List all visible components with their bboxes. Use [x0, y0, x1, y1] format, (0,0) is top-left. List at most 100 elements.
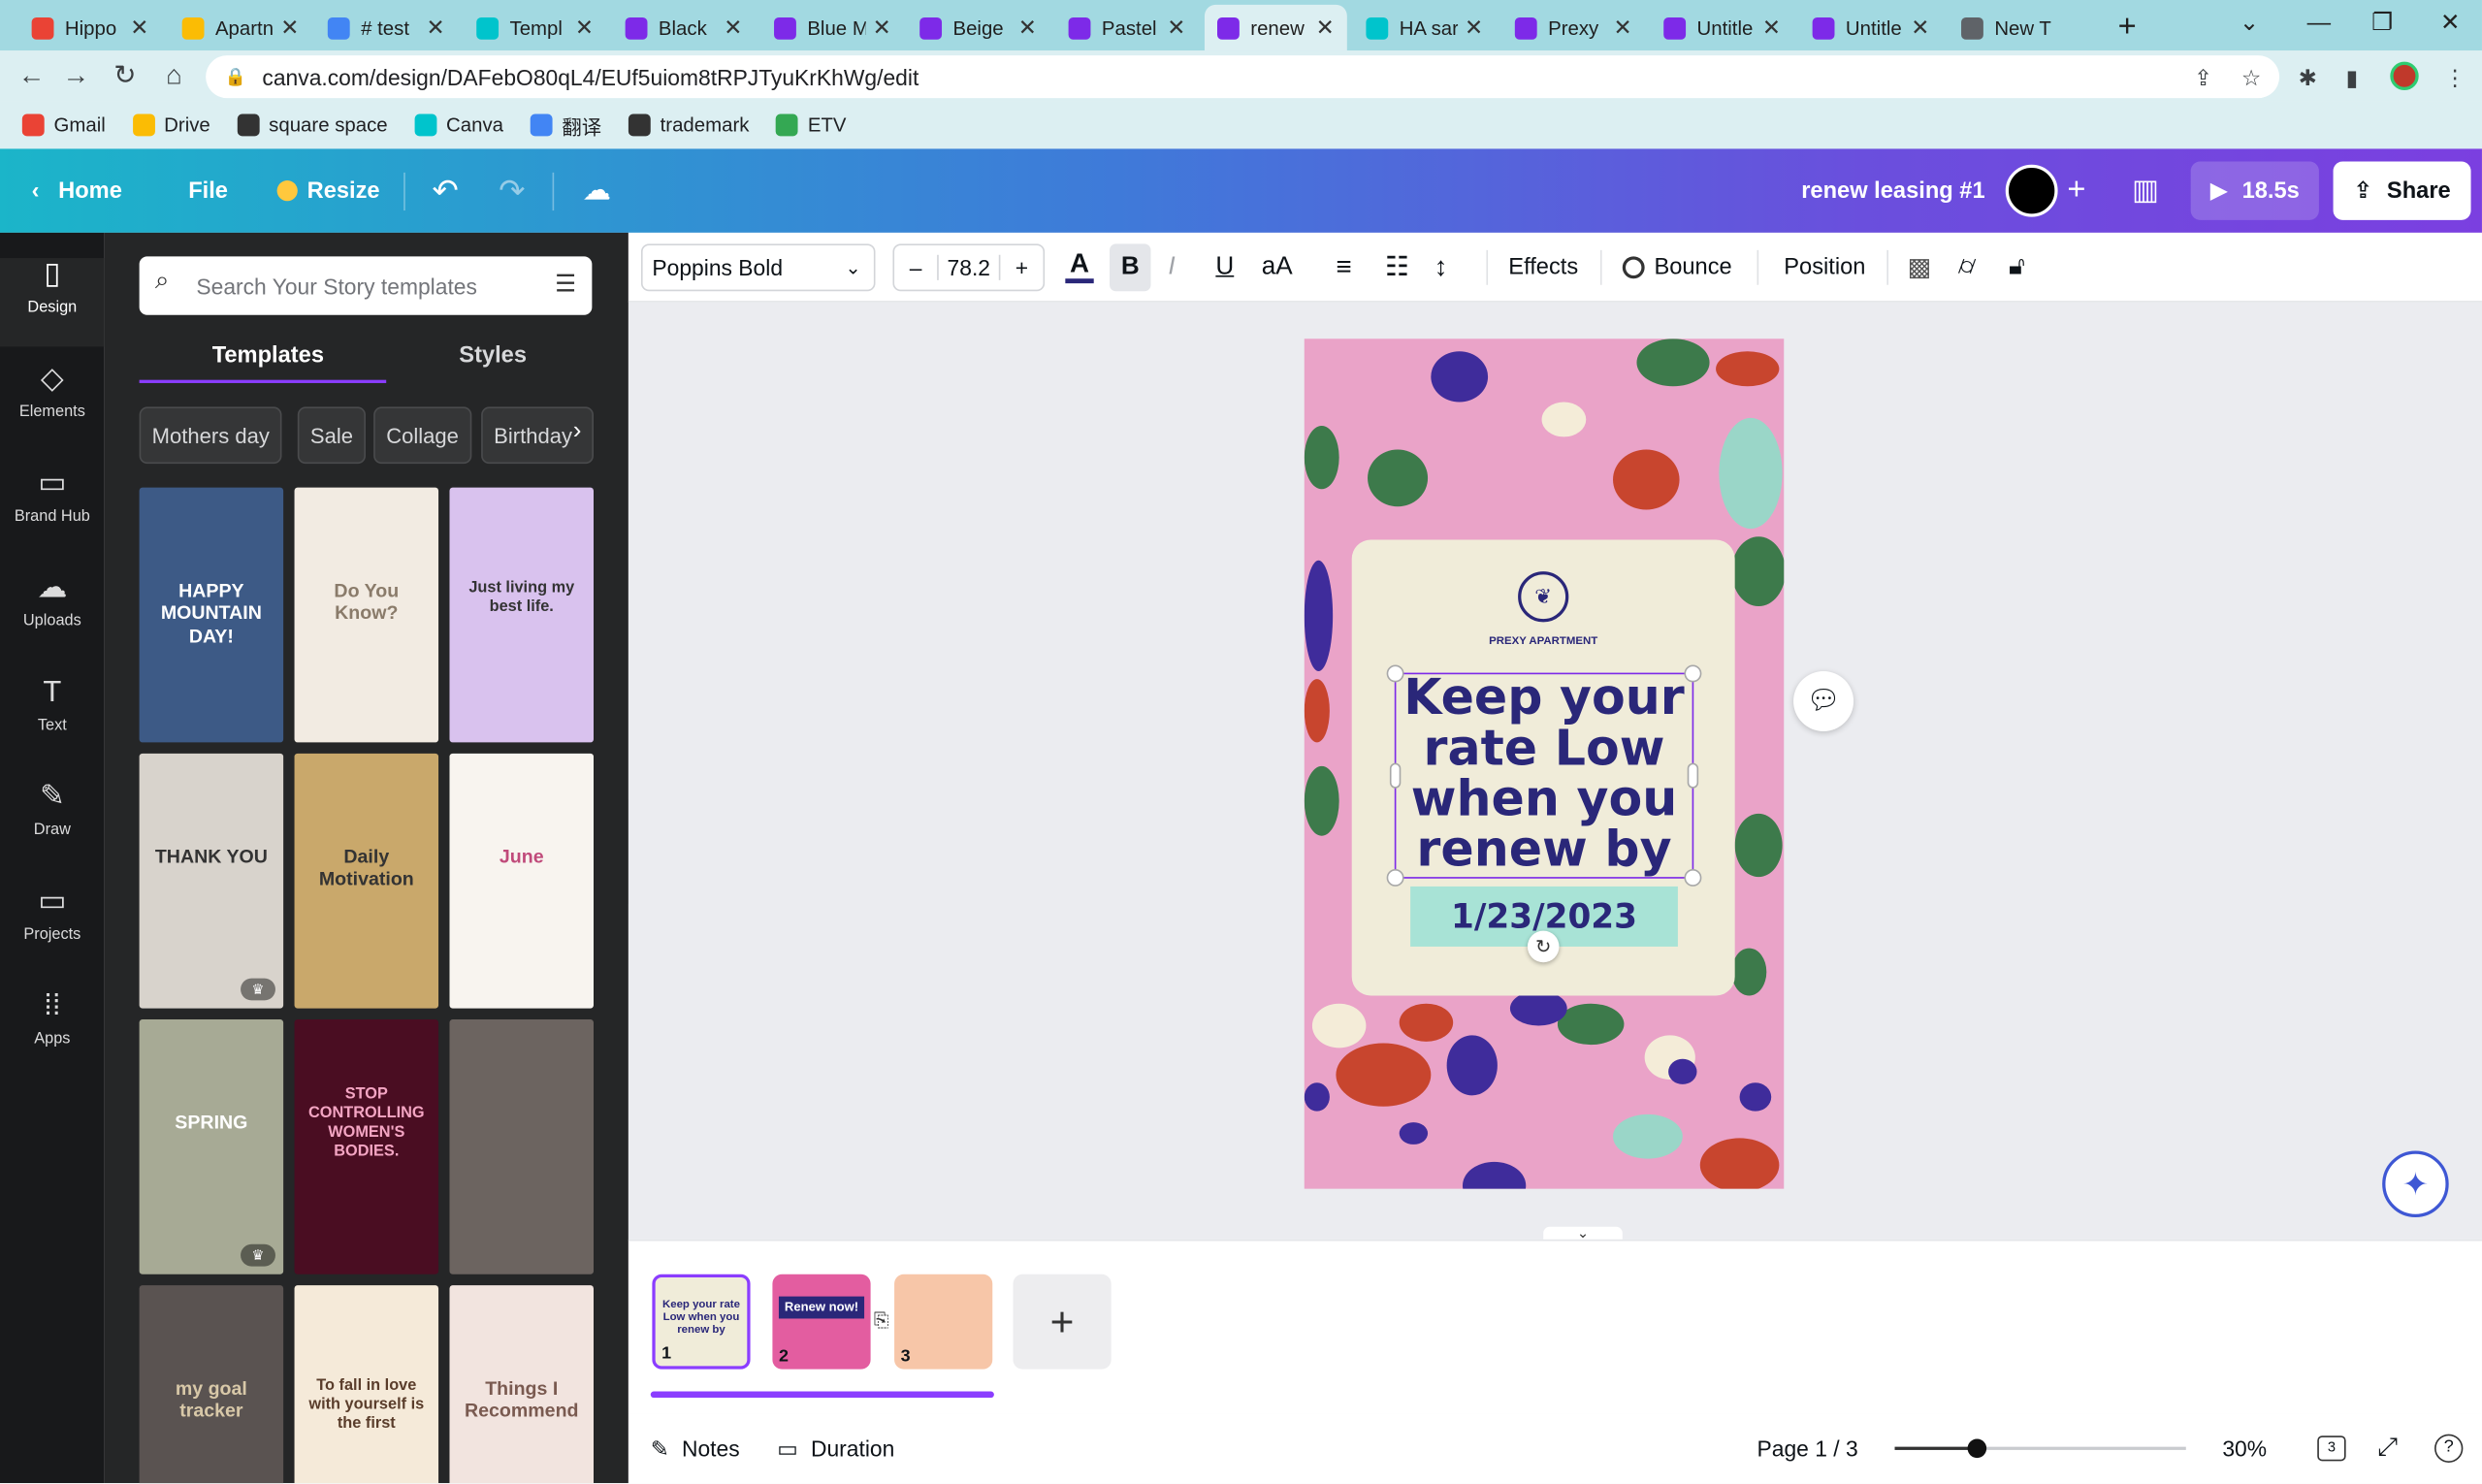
close-tab-icon[interactable]: ✕ — [280, 15, 299, 42]
redo-icon[interactable]: ↷ — [499, 148, 525, 232]
share-page-icon[interactable]: ⇪ — [2194, 65, 2212, 92]
help-icon[interactable]: ? — [2434, 1413, 2464, 1483]
browser-tab[interactable]: Pastel ✕ — [1056, 5, 1199, 50]
minimize-icon[interactable]: — — [2287, 5, 2350, 43]
underline-button[interactable]: U — [1215, 243, 1234, 291]
undo-icon[interactable]: ↶ — [433, 148, 459, 232]
present-button[interactable]: ▶ 18.5s — [2190, 161, 2319, 220]
chip-collage[interactable]: Collage — [373, 406, 471, 465]
tab-search-icon[interactable]: ⌄ — [2217, 5, 2280, 43]
close-tab-icon[interactable]: ✕ — [130, 15, 148, 42]
rail-item-brand-hub[interactable]: ▭ Brand Hub — [0, 467, 105, 525]
insights-chart-icon[interactable]: ▥ — [2132, 148, 2159, 232]
transparency-icon[interactable]: ▩ — [1908, 243, 1932, 291]
letter-case-button[interactable]: aA — [1262, 243, 1293, 291]
spacing-icon[interactable]: ↕ — [1434, 243, 1448, 291]
template-fall-in-love[interactable]: To fall in love with yourself is the fir… — [294, 1285, 439, 1484]
close-tab-icon[interactable]: ✕ — [1465, 15, 1483, 42]
rail-item-elements[interactable]: ◇ Elements — [0, 363, 105, 421]
rail-item-apps[interactable]: ⁞⁞ Apps — [0, 989, 105, 1048]
profile-avatar[interactable] — [2390, 61, 2419, 91]
tab-styles[interactable]: Styles — [459, 343, 527, 369]
new-tab-icon[interactable]: + — [2106, 5, 2149, 50]
template-my-goal-tracker[interactable]: my goal tracker — [139, 1285, 284, 1484]
rail-item-text[interactable]: T Text — [0, 676, 105, 734]
font-size-value[interactable]: 78.2 — [939, 255, 999, 280]
font-family-select[interactable]: Poppins Bold ⌄ — [640, 243, 876, 292]
close-tab-icon[interactable]: ✕ — [1762, 15, 1781, 42]
chrome-menu-icon[interactable]: ⋮ — [2444, 65, 2466, 92]
reload-icon[interactable]: ↻ — [106, 58, 144, 93]
template-thank-you-my-friends[interactable]: THANK YOU ♛ — [139, 753, 284, 1009]
share-button[interactable]: ⇪ Share — [2333, 161, 2471, 220]
bookmark-item[interactable]: Canva — [414, 113, 503, 137]
filter-sliders-icon[interactable]: ☰ — [555, 269, 576, 298]
page-notes-icon[interactable]: ⎘ — [874, 1309, 889, 1333]
bookmark-item[interactable]: Drive — [132, 113, 210, 137]
bookmark-item[interactable]: square space — [237, 113, 388, 137]
close-tab-icon[interactable]: ✕ — [1911, 15, 1929, 42]
increase-size-button[interactable]: + — [998, 254, 1044, 280]
close-window-icon[interactable]: ✕ — [2419, 5, 2482, 43]
align-center-icon[interactable]: ≡ — [1336, 243, 1351, 291]
chip-sale[interactable]: Sale — [297, 406, 367, 465]
grid-view-button[interactable]: 3 — [2317, 1413, 2346, 1483]
bookmark-star-icon[interactable]: ☆ — [2241, 65, 2262, 92]
expand-pages-handle[interactable]: ⌄ — [1543, 1226, 1623, 1241]
template-june-calendar[interactable]: June — [449, 753, 594, 1009]
animate-button[interactable]: Bounce — [1622, 243, 1732, 291]
template-happy-mountain-day[interactable]: HAPPY MOUNTAIN DAY! — [139, 487, 284, 743]
rail-item-design[interactable]: ▯ Design — [0, 258, 105, 347]
lock-icon[interactable]: 🔓︎ — [2009, 243, 2025, 291]
comment-add-icon[interactable]: 💬︎ — [1793, 670, 1854, 731]
url-input[interactable]: 🔒 canva.com/design/DAFebO80qL4/EUf5uiom8… — [206, 55, 2280, 99]
zoom-slider-knob[interactable] — [1967, 1438, 1987, 1459]
notes-button[interactable]: ✎ Notes — [651, 1413, 740, 1483]
browser-tab[interactable]: Prexy ✕ — [1502, 5, 1645, 50]
side-handle[interactable] — [1389, 762, 1402, 789]
close-tab-icon[interactable]: ✕ — [426, 15, 444, 42]
page-thumbnail[interactable]: Renew now! 2 — [772, 1274, 871, 1370]
add-page-button[interactable]: + — [1013, 1274, 1112, 1370]
close-tab-icon[interactable]: ✕ — [724, 15, 742, 42]
bookmark-item[interactable]: Gmail — [21, 113, 106, 137]
browser-tab[interactable]: HA sar ✕ — [1353, 5, 1496, 50]
decrease-size-button[interactable]: – — [894, 254, 939, 280]
back-icon[interactable]: ← — [13, 58, 50, 93]
cloud-saved-icon[interactable]: ☁ — [583, 148, 611, 232]
page-thumbnail[interactable]: 3 — [894, 1274, 993, 1370]
home-icon[interactable]: ⌂ — [155, 58, 193, 93]
page-thumbnail[interactable]: Keep your rate Low when you renew by 1 — [652, 1274, 751, 1370]
browser-tab[interactable]: New T — [1949, 5, 2091, 50]
position-button[interactable]: Position — [1784, 243, 1865, 291]
template-things-i-recommend[interactable]: Things I Recommend — [449, 1285, 594, 1484]
browser-tab[interactable]: renew ✕ — [1204, 4, 1347, 51]
resize-button[interactable]: Resize — [276, 148, 380, 232]
magic-sparkle-icon[interactable]: ✦ — [2382, 1150, 2449, 1218]
sidebar-icon[interactable]: ▮ — [2346, 65, 2359, 92]
resize-handle[interactable] — [1386, 664, 1404, 683]
side-handle[interactable] — [1687, 762, 1699, 789]
home-button[interactable]: ‹ Home — [32, 148, 122, 232]
list-icon[interactable]: ☷ — [1385, 243, 1409, 291]
tab-templates[interactable]: Templates — [212, 343, 324, 369]
browser-tab[interactable]: Hippo ✕ — [19, 5, 162, 50]
close-tab-icon[interactable]: ✕ — [575, 15, 594, 42]
browser-tab[interactable]: # test ✕ — [315, 5, 458, 50]
copy-style-icon[interactable]: ⌭ — [1958, 243, 1977, 291]
fullscreen-icon[interactable]: ⤢ — [2377, 1413, 2398, 1483]
resize-handle[interactable] — [1684, 868, 1702, 887]
zoom-level[interactable]: 30% — [2222, 1413, 2267, 1483]
file-menu-button[interactable]: File — [188, 148, 228, 232]
resize-handle[interactable] — [1684, 664, 1702, 683]
design-title[interactable]: renew leasing #1 — [1801, 148, 1984, 232]
template-spring-sale[interactable]: SPRING ♛ — [139, 1019, 284, 1274]
user-avatar[interactable] — [2005, 164, 2058, 217]
template-do-you-know[interactable]: Do You Know? — [294, 487, 439, 743]
template-just-living-my-best-life[interactable]: Just living my best life. — [449, 487, 594, 743]
browser-tab[interactable]: Apartn ✕ — [170, 5, 312, 50]
restore-icon[interactable]: ❐ — [2351, 5, 2414, 43]
chip-mothers-day[interactable]: Mothers day — [139, 406, 282, 465]
invite-plus-icon[interactable]: + — [2067, 148, 2085, 232]
chevron-right-icon[interactable]: › — [573, 418, 582, 446]
